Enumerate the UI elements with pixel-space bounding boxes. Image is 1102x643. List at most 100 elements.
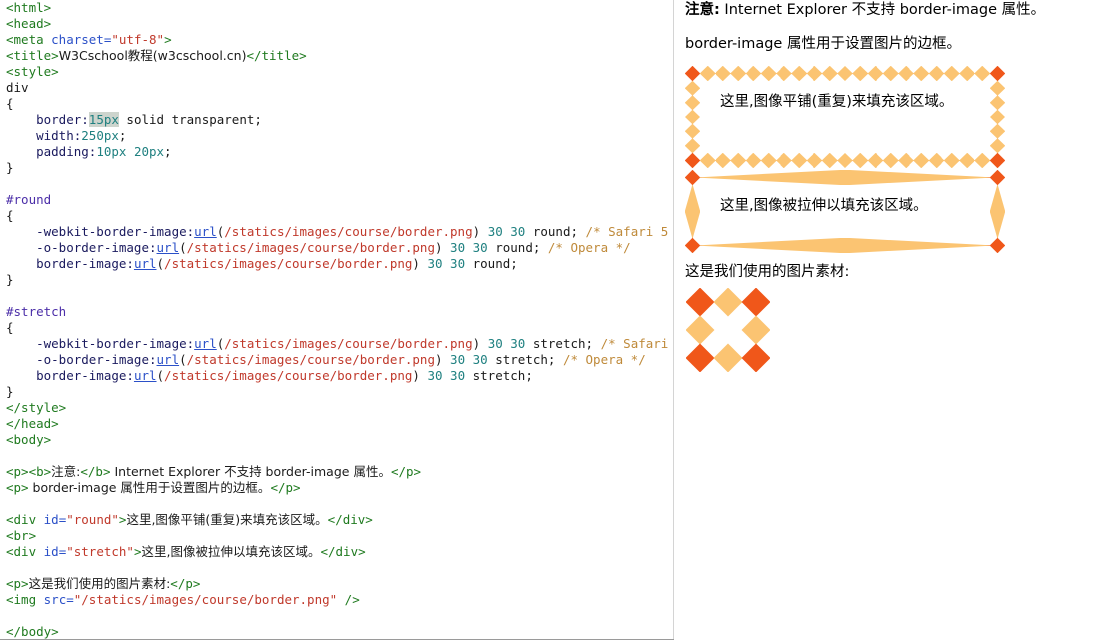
code-pane-bottom-rule [0, 639, 674, 640]
code-token: /statics/images/course/border.png [186, 240, 435, 255]
code-token: { [6, 320, 14, 335]
code-source-text[interactable]: <html> <head> <meta charset="utf-8"> <title… [6, 0, 673, 639]
code-line: } [6, 384, 673, 400]
code-token: 10px 20px [96, 144, 165, 159]
code-token: 这是我们使用的图片素材: [28, 576, 171, 591]
code-token: </head> [6, 416, 59, 431]
code-line: div [6, 80, 673, 96]
code-token: ; [164, 144, 172, 159]
code-token: 30 30 [427, 368, 466, 383]
code-line: <p> border-image 属性用于设置图片的边框。</p> [6, 480, 673, 496]
code-line: -o-border-image:url(/statics/images/cour… [6, 352, 673, 368]
code-line: { [6, 96, 673, 112]
code-token: /statics/images/course/border.png [164, 256, 413, 271]
code-token: "/statics/images/course/border.png" [73, 592, 338, 607]
code-token: </title> [246, 48, 307, 63]
code-token: /* Opera */ [547, 240, 631, 255]
code-token: ) [434, 352, 451, 367]
code-token: /* Safari 5 and old [585, 224, 669, 239]
code-token: Internet Explorer 不支持 border-image 属性。 [110, 464, 391, 479]
code-token: 30 30 [487, 336, 526, 351]
code-token: <br> [6, 528, 37, 543]
code-token: "utf-8" [111, 32, 165, 47]
code-token: 30 30 [450, 352, 488, 367]
code-token: <body> [6, 432, 52, 447]
code-token: border-image: [6, 368, 134, 383]
code-line: { [6, 320, 673, 336]
code-token: -o-border-image: [6, 352, 157, 367]
code-line: <p><b>注意:</b> Internet Explorer 不支持 bord… [6, 464, 673, 480]
code-token: -o-border-image: [6, 240, 157, 255]
code-token: url [156, 352, 180, 367]
preview-note-paragraph: 注意: Internet Explorer 不支持 border-image 属… [685, 2, 1095, 19]
code-line: </head> [6, 416, 673, 432]
code-line: } [6, 160, 673, 176]
code-token: url [194, 336, 217, 351]
code-token: "round" [66, 512, 119, 527]
code-token: stretch; [487, 352, 563, 367]
code-token: ( [156, 256, 165, 271]
code-token: url [156, 240, 180, 255]
code-line: border-image:url(/statics/images/course/… [6, 368, 673, 384]
code-token: <html> [6, 0, 52, 15]
code-editor-pane[interactable]: <html> <head> <meta charset="utf-8"> <title… [0, 0, 674, 639]
code-token: <div [6, 544, 44, 559]
code-token: 30 30 [427, 256, 466, 271]
code-token: round; [487, 240, 548, 255]
code-token: <head> [6, 16, 52, 31]
code-token: </p> [270, 480, 301, 495]
code-token: </style> [6, 400, 67, 415]
code-token: -webkit-border-image: [6, 224, 195, 239]
code-token: width: [6, 128, 82, 143]
code-token: </p> [390, 464, 422, 479]
code-token: /* Opera */ [562, 352, 646, 367]
code-token: ) [472, 336, 488, 351]
code-token: </div> [327, 512, 373, 527]
code-token: > [164, 32, 172, 47]
code-token: ) [412, 256, 428, 271]
border-image-stretch-text: 这里,图像被拉伸以填充该区域。 [720, 198, 928, 214]
code-token: border-image: [6, 256, 134, 271]
code-token: /statics/images/course/border.png [224, 336, 473, 351]
code-token: charset= [51, 32, 112, 47]
code-token: } [6, 160, 14, 175]
code-token: stretch; [525, 336, 601, 351]
preview-note-bold: 注意: [685, 2, 720, 18]
code-token: id= [43, 512, 67, 527]
code-token: "stretch" [66, 544, 134, 559]
code-line: <br> [6, 528, 673, 544]
code-line: <p>这是我们使用的图片素材:</p> [6, 576, 673, 592]
code-line: </style> [6, 400, 673, 416]
code-token: solid transparent; [118, 112, 262, 127]
code-token: 30 30 [450, 240, 488, 255]
code-token: url [133, 368, 157, 383]
code-line: { [6, 208, 673, 224]
code-token: round; [465, 256, 518, 271]
code-token: ( [179, 240, 187, 255]
border-image-round-box: 这里,图像平铺(重复)来填充该区域。 [685, 66, 1005, 168]
code-token: ) [412, 368, 428, 383]
code-line: padding:10px 20px; [6, 144, 673, 160]
code-token: url [194, 224, 217, 239]
code-token: /* Safari 5 and o [600, 336, 669, 351]
code-token: 这里,图像被拉伸以填充该区域。 [141, 544, 321, 559]
code-token: <title> [6, 48, 59, 63]
code-token: 15px [88, 112, 119, 127]
code-token: ( [156, 368, 165, 383]
code-token: ( [179, 352, 187, 367]
code-line: <head> [6, 16, 673, 32]
code-token: { [6, 96, 14, 111]
code-line: -webkit-border-image:url(/statics/images… [6, 336, 673, 352]
code-token: #stretch [6, 304, 67, 319]
code-line: </body> [6, 624, 673, 639]
preview-description-paragraph: border-image 属性用于设置图片的边框。 [685, 36, 961, 52]
code-token: 注意: [51, 464, 81, 479]
code-token: 30 30 [487, 224, 526, 239]
code-line: border-image:url(/statics/images/course/… [6, 256, 673, 272]
code-line: <img src="/statics/images/course/border.… [6, 592, 673, 608]
code-line: <div id="stretch">这里,图像被拉伸以填充该区域。</div> [6, 544, 673, 560]
